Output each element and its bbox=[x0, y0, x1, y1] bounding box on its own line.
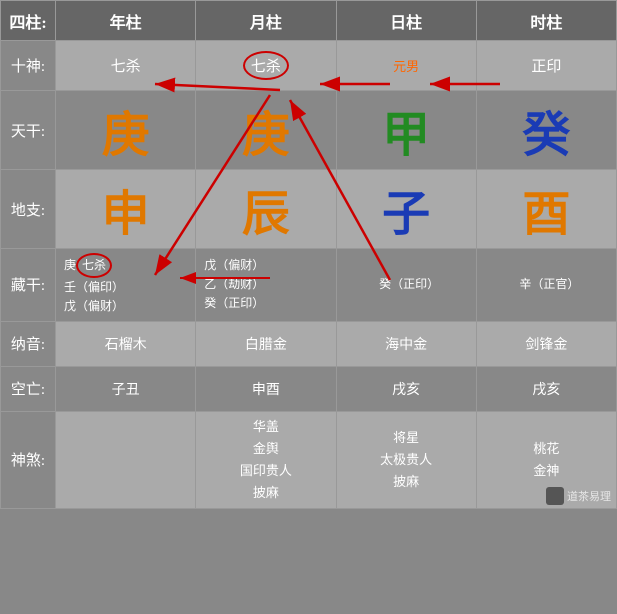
dizhi-ri-char: 子 bbox=[382, 188, 430, 241]
shishen-shi-text: 正印 bbox=[531, 59, 561, 75]
shishen-label: 十神: bbox=[1, 41, 56, 91]
tiangan-ri-char: 甲 bbox=[382, 109, 430, 162]
tiangan-nian-char: 庚 bbox=[102, 109, 150, 162]
kongwang-label: 空亡: bbox=[1, 366, 56, 411]
nayin-row: 纳音: 石榴木 白腊金 海中金 剑锋金 bbox=[1, 321, 617, 366]
dizhi-shi-char: 酉 bbox=[522, 188, 570, 241]
header-yue: 月柱 bbox=[196, 1, 336, 41]
shensha-yue: 华盖金舆国印贵人披麻 bbox=[196, 411, 336, 508]
shensha-row: 神煞: 华盖金舆国印贵人披麻 将星太极贵人披麻 桃花金神 bbox=[1, 411, 617, 508]
header-label: 四柱: bbox=[1, 1, 56, 41]
kongwang-ri: 戌亥 bbox=[336, 366, 476, 411]
tiangan-ri: 甲 bbox=[336, 91, 476, 170]
zanggan-highlight: 七杀 bbox=[76, 253, 112, 278]
tiangan-shi-char: 癸 bbox=[522, 109, 570, 162]
dizhi-row: 地支: 申 辰 子 酉 bbox=[1, 170, 617, 249]
shensha-ri: 将星太极贵人披麻 bbox=[336, 411, 476, 508]
kongwang-row: 空亡: 子丑 申酉 戌亥 戌亥 bbox=[1, 366, 617, 411]
shishen-nian: 七杀 bbox=[56, 41, 196, 91]
dizhi-nian: 申 bbox=[56, 170, 196, 249]
zanggan-label: 藏干: bbox=[1, 249, 56, 322]
shishen-ri: 元男 bbox=[336, 41, 476, 91]
shishen-nian-text: 七杀 bbox=[111, 59, 141, 75]
shishen-shi: 正印 bbox=[476, 41, 616, 91]
shensha-nian bbox=[56, 411, 196, 508]
dizhi-nian-char: 申 bbox=[102, 188, 150, 241]
nayin-yue: 白腊金 bbox=[196, 321, 336, 366]
dizhi-yue: 辰 bbox=[196, 170, 336, 249]
shishen-yue-circled: 七杀 bbox=[243, 51, 289, 80]
bazi-table: 四柱: 年柱 月柱 日柱 时柱 十神: 七杀 七杀 元男 bbox=[0, 0, 617, 509]
kongwang-shi: 戌亥 bbox=[476, 366, 616, 411]
shensha-label: 神煞: bbox=[1, 411, 56, 508]
tiangan-yue-char: 庚 bbox=[242, 109, 290, 162]
nayin-nian: 石榴木 bbox=[56, 321, 196, 366]
dizhi-shi: 酉 bbox=[476, 170, 616, 249]
nayin-shi: 剑锋金 bbox=[476, 321, 616, 366]
kongwang-yue: 申酉 bbox=[196, 366, 336, 411]
tiangan-nian: 庚 bbox=[56, 91, 196, 170]
header-nian: 年柱 bbox=[56, 1, 196, 41]
tiangan-shi: 癸 bbox=[476, 91, 616, 170]
header-ri: 日柱 bbox=[336, 1, 476, 41]
shishen-yue: 七杀 bbox=[196, 41, 336, 91]
zanggan-row: 藏干: 庚七杀 壬（偏印） 戊（偏财） 戊（偏财） 乙（劫财） 癸（正印） 癸（… bbox=[1, 249, 617, 322]
nayin-label: 纳音: bbox=[1, 321, 56, 366]
dizhi-ri: 子 bbox=[336, 170, 476, 249]
nayin-ri: 海中金 bbox=[336, 321, 476, 366]
tiangan-row: 天干: 庚 庚 甲 癸 bbox=[1, 91, 617, 170]
header-row: 四柱: 年柱 月柱 日柱 时柱 bbox=[1, 1, 617, 41]
shishen-ri-text: 元男 bbox=[393, 59, 419, 74]
header-shi: 时柱 bbox=[476, 1, 616, 41]
tiangan-yue: 庚 bbox=[196, 91, 336, 170]
kongwang-nian: 子丑 bbox=[56, 366, 196, 411]
dizhi-label: 地支: bbox=[1, 170, 56, 249]
dizhi-yue-char: 辰 bbox=[242, 188, 290, 241]
zanggan-shi: 辛（正官） bbox=[476, 249, 616, 322]
zanggan-ri: 癸（正印） bbox=[336, 249, 476, 322]
zanggan-nian: 庚七杀 壬（偏印） 戊（偏财） bbox=[56, 249, 196, 322]
shishen-row: 十神: 七杀 七杀 元男 正印 bbox=[1, 41, 617, 91]
wechat-icon bbox=[546, 487, 564, 505]
watermark-text: 道茶易理 bbox=[567, 488, 611, 504]
tiangan-label: 天干: bbox=[1, 91, 56, 170]
watermark: 道茶易理 bbox=[546, 487, 611, 505]
zanggan-yue: 戊（偏财） 乙（劫财） 癸（正印） bbox=[196, 249, 336, 322]
